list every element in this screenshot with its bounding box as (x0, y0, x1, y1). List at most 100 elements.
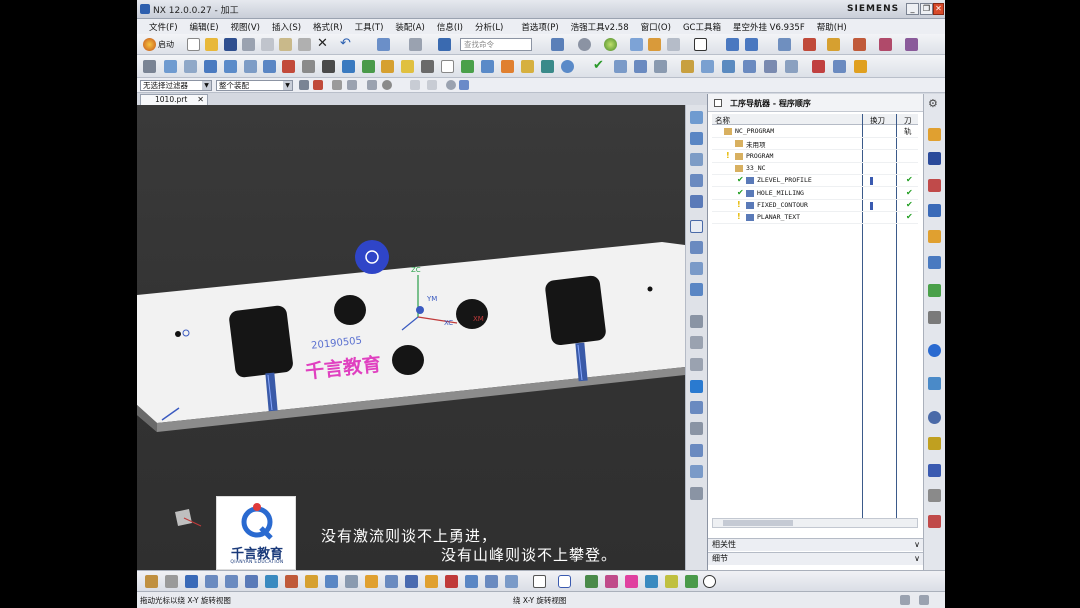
simulate-icon[interactable] (381, 60, 394, 73)
tool-library-icon[interactable] (521, 60, 534, 73)
menu-view[interactable]: 视图(V) (225, 21, 266, 33)
btb-rectangle-icon[interactable] (533, 575, 546, 588)
vstrip-top-icon[interactable] (690, 220, 703, 233)
replay-toolpath-icon[interactable] (342, 60, 355, 73)
btb-tool-12-icon[interactable] (365, 575, 378, 588)
navigator-row[interactable]: ✔ HOLE_MILLING ✔ (712, 188, 918, 200)
hole-2[interactable] (456, 299, 488, 329)
res-reuse-library-icon[interactable] (928, 256, 941, 269)
navigator-row[interactable]: ! PROGRAM (712, 151, 918, 163)
btb-tool-22-icon[interactable] (585, 575, 598, 588)
snap-settings-icon[interactable] (347, 80, 357, 90)
snap-face-icon[interactable] (459, 80, 469, 90)
navigator-pin-checkbox[interactable] (714, 99, 722, 107)
undo-icon[interactable]: ↶ (340, 37, 353, 50)
btb-tool-19-icon[interactable] (505, 575, 518, 588)
vstrip-grid-icon[interactable] (690, 465, 703, 478)
res-system-materials-icon[interactable] (928, 377, 941, 390)
verify-toolpath-icon[interactable] (362, 60, 375, 73)
paste-icon[interactable] (298, 38, 311, 51)
shade-icon[interactable] (604, 38, 617, 51)
hole-1[interactable] (334, 295, 366, 325)
btb-tool-14-icon[interactable] (405, 575, 418, 588)
list-icon[interactable] (654, 60, 667, 73)
selection-scope-select[interactable]: 整个装配 ▼ (216, 80, 293, 91)
menu-tools[interactable]: 工具(T) (349, 21, 390, 33)
vstrip-pan-icon[interactable] (690, 153, 703, 166)
menu-gc-toolkit[interactable]: GC工具箱 (677, 21, 727, 33)
btb-tool-10-icon[interactable] (325, 575, 338, 588)
navigator-row[interactable]: 未用项 (712, 138, 918, 151)
btb-tool-17-icon[interactable] (465, 575, 478, 588)
navigator-row[interactable]: ! FIXED_CONTOUR ✔ (712, 200, 918, 212)
navigator-hscrollbar[interactable] (712, 518, 918, 528)
vstrip-fit-icon[interactable] (690, 111, 703, 124)
res-part-navigator-icon[interactable] (928, 128, 941, 141)
res-history-icon[interactable] (928, 344, 941, 357)
vstrip-display-icon[interactable] (690, 401, 703, 414)
res-system-scene-icon[interactable] (928, 489, 941, 502)
time-icon[interactable] (561, 60, 574, 73)
vstrip-show-icon[interactable] (690, 380, 703, 393)
create-method-icon[interactable] (204, 60, 217, 73)
btb-tool-8-icon[interactable] (285, 575, 298, 588)
res-manufacturing-wizard-icon[interactable] (928, 437, 941, 450)
create-operation-icon[interactable] (224, 60, 237, 73)
btb-tool-26-icon[interactable] (665, 575, 678, 588)
vstrip-iso-icon[interactable] (690, 195, 703, 208)
res-assembly-navigator-icon[interactable] (928, 152, 941, 165)
menu-format[interactable]: 格式(R) (307, 21, 349, 33)
btb-tool-24-icon[interactable] (625, 575, 638, 588)
status-fullscreen-icon[interactable] (919, 595, 929, 605)
open-folder-icon[interactable] (205, 38, 218, 51)
type-filter-select[interactable]: 无选择过滤器 ▼ (140, 80, 212, 91)
copy-op-icon[interactable] (764, 60, 777, 73)
btb-tool-3-icon[interactable] (185, 575, 198, 588)
filter-settings-icon[interactable] (299, 80, 309, 90)
calculator-icon[interactable] (854, 60, 867, 73)
view-orient-icon[interactable] (551, 38, 564, 51)
measure-icon[interactable] (803, 38, 816, 51)
edit-object-icon[interactable] (879, 38, 892, 51)
gc-report-icon[interactable] (833, 60, 846, 73)
machine-sim-icon[interactable] (541, 60, 554, 73)
vstrip-edit-icon[interactable] (690, 422, 703, 435)
vstrip-layer-icon[interactable] (690, 336, 703, 349)
geometry-view-icon[interactable] (282, 60, 295, 73)
res-machine-navigator-icon[interactable] (928, 230, 941, 243)
expand-all-icon[interactable] (634, 60, 647, 73)
res-hd3d-icon[interactable] (928, 284, 941, 297)
hole-3[interactable] (392, 345, 424, 375)
create-program-icon[interactable] (143, 60, 156, 73)
snap-arc-icon[interactable] (446, 80, 456, 90)
status-panel-icon[interactable] (900, 595, 910, 605)
property-icon[interactable] (722, 60, 735, 73)
postprocess-icon[interactable] (421, 60, 434, 73)
navigator-row[interactable]: ✔ ZLEVEL_PROFILE ✔ (712, 175, 918, 188)
copy-icon[interactable] (279, 38, 292, 51)
res-operation-navigator-icon[interactable] (928, 204, 941, 217)
generate-toolpath-icon[interactable] (322, 60, 335, 73)
object-icon[interactable] (701, 60, 714, 73)
shop-doc-icon[interactable] (441, 60, 454, 73)
btb-tool-2-icon[interactable] (165, 575, 178, 588)
transform-icon[interactable] (853, 38, 866, 51)
column-name[interactable]: 名称 (715, 115, 730, 126)
res-palette-icon[interactable] (928, 515, 941, 528)
left-pocket[interactable] (228, 305, 294, 379)
cut-icon[interactable] (261, 38, 274, 51)
selection-intent-icon[interactable] (745, 38, 758, 51)
res-process-studio-icon[interactable] (928, 411, 941, 424)
start-icon[interactable] (143, 38, 156, 51)
vstrip-zoom-icon[interactable] (690, 132, 703, 145)
small-hole-right[interactable] (647, 286, 653, 292)
menu-insert[interactable]: 插入(S) (266, 21, 307, 33)
new-file-icon[interactable] (187, 38, 200, 51)
menu-file[interactable]: 文件(F) (143, 21, 184, 33)
snap-quadrant-icon[interactable] (427, 80, 437, 90)
select-all-icon[interactable] (332, 80, 342, 90)
btb-arrow-left-icon[interactable] (205, 575, 218, 588)
snap-point-icon[interactable] (726, 38, 739, 51)
vstrip-hide-icon[interactable] (690, 358, 703, 371)
command-search-input[interactable]: 查找命令 (460, 38, 532, 51)
